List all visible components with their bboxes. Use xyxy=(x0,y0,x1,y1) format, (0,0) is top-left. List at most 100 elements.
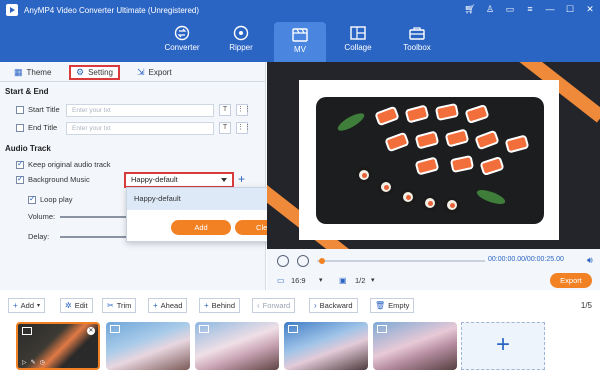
chevron-down-icon[interactable]: ▾ xyxy=(371,276,375,284)
clock-icon[interactable]: ◷ xyxy=(40,359,45,366)
volume-label: Volume: xyxy=(28,212,56,221)
title-bar: AnyMP4 Video Converter Ultimate (Unregis… xyxy=(0,0,600,20)
edit-icon: ✲ xyxy=(65,301,72,310)
nav-mv[interactable]: MV xyxy=(274,22,326,62)
export-button[interactable]: Export xyxy=(550,273,592,288)
start-title-input[interactable]: Enter your txt xyxy=(66,104,214,117)
sushi-roll xyxy=(400,189,416,205)
chevron-right-icon: › xyxy=(314,301,317,310)
close-icon[interactable]: ✕ xyxy=(584,3,596,16)
start-title-checkbox[interactable] xyxy=(16,105,24,114)
sushi-piece xyxy=(414,130,440,150)
nav-collage[interactable]: Collage xyxy=(332,20,384,62)
empty-button[interactable]: 🗑︎ Empty xyxy=(370,298,415,313)
sushi-piece xyxy=(479,155,505,177)
loop-play-label: Loop play xyxy=(40,195,73,204)
maximize-icon[interactable]: ☐ xyxy=(564,3,576,16)
trim-button[interactable]: ✂ Trim xyxy=(102,298,137,313)
window-title: AnyMP4 Video Converter Ultimate (Unregis… xyxy=(24,5,200,15)
nav-toolbox[interactable]: Toolbox xyxy=(391,20,443,62)
quality-select[interactable]: 1/2 xyxy=(355,276,365,285)
video-badge-icon xyxy=(22,327,32,335)
behind-button[interactable]: + Behind xyxy=(199,298,241,313)
play-icon[interactable]: ▷ xyxy=(22,359,27,366)
nav-ripper-label: Ripper xyxy=(229,43,253,52)
popup-add-button[interactable]: Add xyxy=(171,220,231,235)
nav-ripper[interactable]: Ripper xyxy=(215,20,267,62)
panel-tabs: ▦ Theme ⚙ Setting ⇲ Export xyxy=(0,62,265,82)
disc-icon xyxy=(233,25,249,41)
volume-slider[interactable] xyxy=(60,216,130,218)
sushi-piece xyxy=(374,105,400,127)
chat-icon[interactable]: ▭ xyxy=(504,3,516,16)
player-controls: 00:00:00.00/00:00:25.00 🔊︎ ▭ 16:9 ▾ ▣ 1/… xyxy=(267,249,600,290)
tab-setting[interactable]: ⚙ Setting xyxy=(69,65,120,80)
end-title-font-button[interactable]: T xyxy=(219,122,231,134)
add-clip-button[interactable]: + xyxy=(461,322,545,370)
plus-icon: + xyxy=(204,301,209,310)
seek-handle[interactable] xyxy=(319,258,325,264)
sushi-roll xyxy=(422,195,438,211)
collage-icon xyxy=(350,26,366,40)
remove-clip-icon[interactable]: ✕ xyxy=(87,327,95,335)
backward-label: Backward xyxy=(319,301,353,310)
start-title-font-button[interactable]: T xyxy=(219,104,231,116)
nav-converter[interactable]: Converter xyxy=(156,20,208,62)
tab-export[interactable]: ⇲ Export xyxy=(137,65,172,80)
minimize-icon[interactable]: — xyxy=(544,3,556,16)
start-title-grid-button[interactable]: ⋮⋮ xyxy=(236,104,251,116)
background-music-checkbox[interactable] xyxy=(16,174,24,184)
tab-export-label: Export xyxy=(148,68,172,77)
end-title-grid-button[interactable]: ⋮⋮ xyxy=(236,122,251,134)
end-title-checkbox[interactable] xyxy=(16,123,24,132)
keep-original-checkbox[interactable] xyxy=(16,159,24,169)
clip-thumbnail[interactable] xyxy=(284,322,368,370)
toolbox-icon xyxy=(409,27,425,40)
video-badge-icon xyxy=(199,325,209,333)
tab-theme-label: Theme xyxy=(26,68,52,77)
background-music-select[interactable]: Happy-default xyxy=(124,172,234,188)
loop-play-checkbox[interactable] xyxy=(28,194,36,204)
ahead-button[interactable]: + Ahead xyxy=(148,298,188,313)
volume-icon[interactable]: 🔊︎ xyxy=(587,255,593,266)
menu-icon[interactable]: ≡ xyxy=(524,3,536,16)
volume-row: Volume: xyxy=(28,212,55,221)
stop-icon[interactable] xyxy=(297,255,309,267)
export-icon: ⇲ xyxy=(137,67,145,77)
delay-label: Delay: xyxy=(28,232,50,241)
empty-label: Empty xyxy=(388,301,410,310)
page-counter: 1/5 xyxy=(580,301,592,310)
chevron-down-icon[interactable]: ▾ xyxy=(319,276,323,284)
ahead-label: Ahead xyxy=(160,301,183,310)
behind-label: Behind xyxy=(211,301,236,310)
edit-icon[interactable]: ✎ xyxy=(31,359,36,366)
scissors-icon: ✂ xyxy=(107,301,114,310)
clip-timeline: ✕ ▷ ✎ ◷ + xyxy=(0,316,600,390)
converter-icon xyxy=(174,25,190,41)
clip-thumbnail[interactable]: ✕ ▷ ✎ ◷ xyxy=(16,322,100,370)
seek-bar[interactable] xyxy=(317,260,485,262)
clip-thumbnail[interactable] xyxy=(195,322,279,370)
end-title-input[interactable]: Enter your txt xyxy=(66,122,214,135)
clip-thumbnail[interactable] xyxy=(106,322,190,370)
gear-icon: ⚙ xyxy=(76,67,85,77)
chevron-left-icon: ‹ xyxy=(257,301,260,310)
aspect-ratio-select[interactable]: 16:9 xyxy=(291,276,306,285)
window-controls: 🛒︎ ♙ ▭ ≡ — ☐ ✕ xyxy=(464,3,596,16)
sushi-piece xyxy=(449,154,475,174)
garnish-leaf xyxy=(475,187,507,207)
tab-theme[interactable]: ▦ Theme xyxy=(14,65,51,80)
forward-label: Forward xyxy=(262,301,291,310)
backward-button[interactable]: › Backward xyxy=(309,298,358,313)
play-icon[interactable] xyxy=(277,255,289,267)
start-title-row: Start Title xyxy=(16,105,60,114)
cart-icon[interactable]: 🛒︎ xyxy=(464,3,476,16)
forward-button[interactable]: ‹ Forward xyxy=(252,298,296,313)
edit-button[interactable]: ✲ Edit xyxy=(60,298,93,313)
delay-slider[interactable] xyxy=(60,236,130,238)
add-button[interactable]: + Add ▾ xyxy=(8,298,46,313)
user-icon[interactable]: ♙ xyxy=(484,3,496,16)
add-music-button[interactable]: + xyxy=(238,173,245,185)
clip-thumbnail[interactable] xyxy=(373,322,457,370)
garnish-leaf xyxy=(335,110,367,134)
